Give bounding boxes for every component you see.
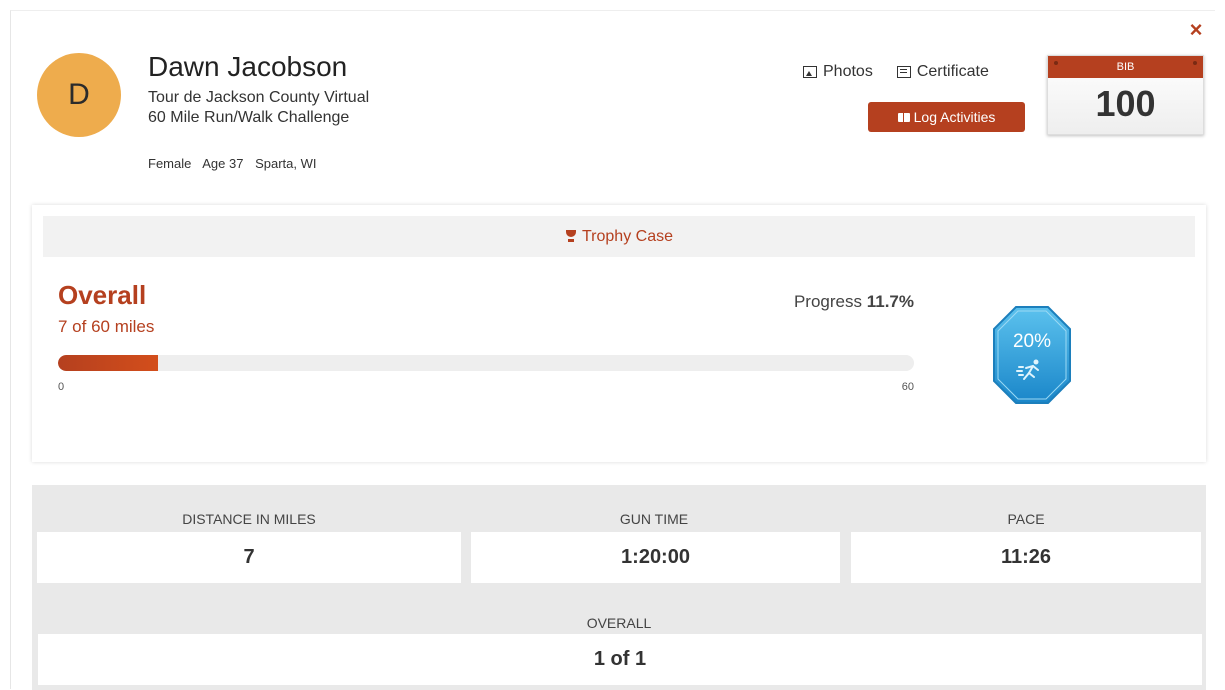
bib-card: BIB 100 (1047, 55, 1204, 135)
participant-meta: Female Age 37 Sparta, WI (148, 156, 325, 171)
pace-value: 11:26 (851, 532, 1201, 583)
bib-label: BIB (1048, 56, 1203, 78)
location-label: Sparta, WI (255, 156, 317, 171)
progress-label: Progress (793, 292, 862, 311)
bib-number: 100 (1095, 83, 1156, 124)
progress-scale-min: 0 (58, 381, 65, 393)
gun-time-value: 1:20:00 (471, 532, 840, 583)
progress-value: 11.7% (866, 292, 914, 311)
results-modal: × D Dawn Jacobson Tour de Jackson County… (10, 10, 1215, 690)
photos-label: Photos (823, 63, 873, 80)
progress-readout: Progress 11.7% (770, 292, 914, 312)
gun-time-header: GUN TIME (619, 511, 689, 527)
avatar-initial: D (68, 78, 90, 111)
distance-value: 7 (37, 532, 461, 583)
photos-link[interactable]: Photos (803, 63, 873, 81)
age-label: Age 37 (202, 156, 244, 171)
gender-label: Female (148, 156, 192, 171)
close-icon[interactable]: × (1187, 19, 1205, 41)
avatar: D (37, 53, 121, 137)
log-activities-label: Log Activities (913, 109, 996, 125)
book-icon (897, 112, 910, 122)
progress-card: Trophy Case Overall 7 of 60 miles Progre… (32, 205, 1206, 462)
distance-header: DISTANCE IN MILES (182, 511, 316, 527)
progress-bar (58, 355, 914, 371)
stats-panel: DISTANCE IN MILES 7 GUN TIME 1:20:00 PAC… (32, 485, 1206, 690)
certificate-label: Certificate (916, 63, 989, 80)
certificate-link[interactable]: Certificate (896, 63, 989, 81)
badge-percent: 20% (1012, 331, 1052, 352)
overall-header: OVERALL (586, 615, 652, 631)
photo-icon (803, 66, 817, 78)
race-name: Tour de Jackson County Virtual 60 Mile R… (148, 89, 370, 126)
trophy-icon (565, 229, 577, 244)
overall-value: 1 of 1 (38, 634, 1202, 685)
progress-scale-max: 60 (901, 381, 914, 393)
trophy-case-label: Trophy Case (582, 227, 673, 245)
participant-name: Dawn Jacobson (148, 51, 348, 82)
log-activities-button[interactable]: Log Activities (868, 102, 1025, 132)
certificate-icon (896, 66, 911, 78)
pace-header: PACE (1007, 511, 1045, 527)
progress-title: Overall (58, 280, 147, 310)
trophy-case-button[interactable]: Trophy Case (43, 216, 1195, 257)
profile-links: Photos Certificate (803, 63, 989, 81)
milestone-badge (993, 306, 1071, 404)
progress-bar-fill (58, 355, 159, 371)
progress-subtitle: 7 of 60 miles (58, 317, 155, 336)
